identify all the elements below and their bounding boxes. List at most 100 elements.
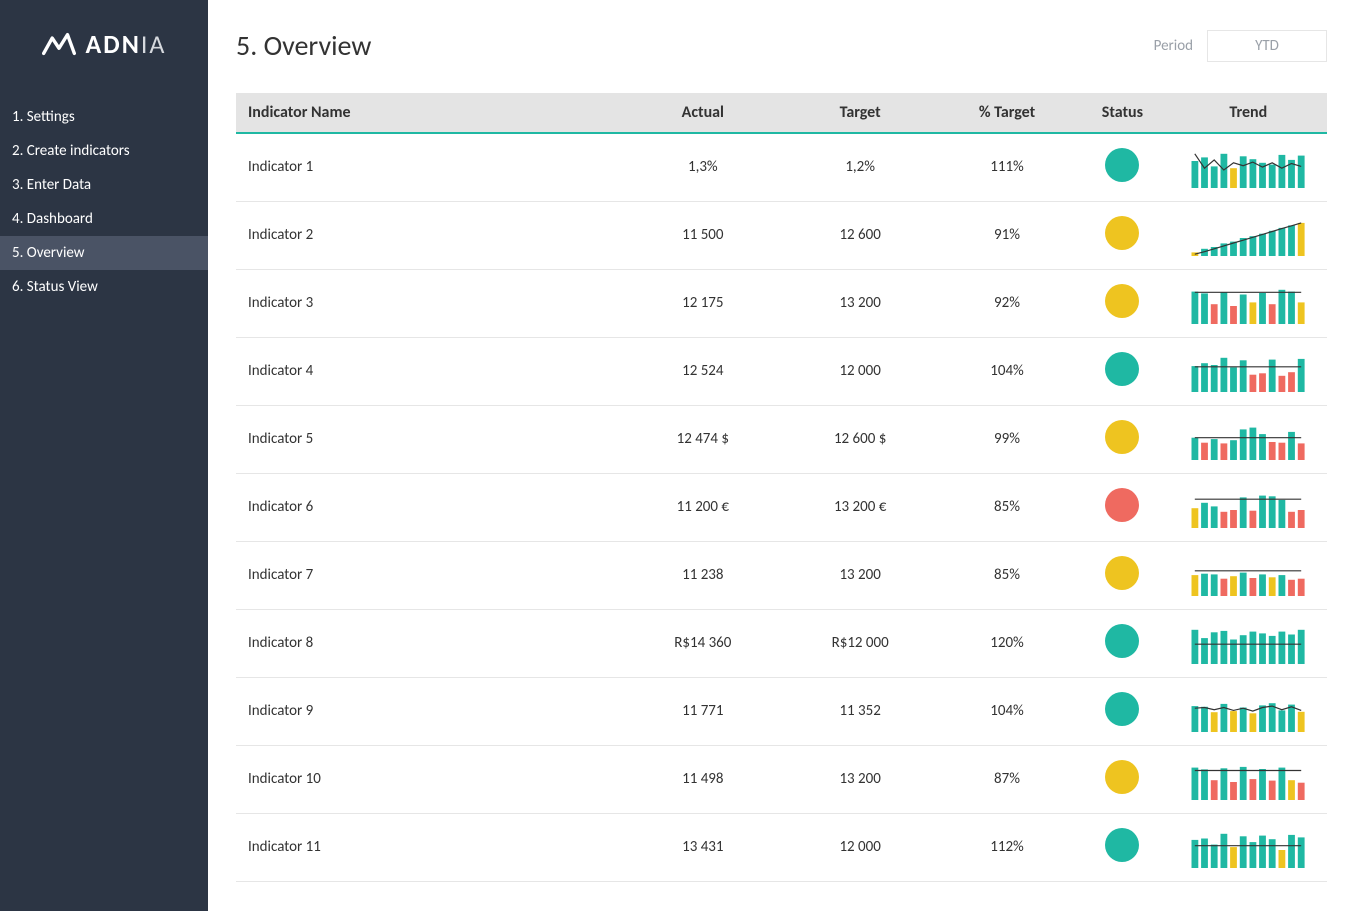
- sidebar-item[interactable]: 4. Dashboard: [0, 202, 208, 236]
- cell-pct: 104%: [939, 337, 1075, 405]
- cell-target: 13 200: [781, 541, 938, 609]
- col-header-trend: Trend: [1170, 93, 1327, 133]
- col-header-name: Indicator Name: [236, 93, 624, 133]
- cell-pct: 99%: [939, 405, 1075, 473]
- cell-target: 12 000: [781, 813, 938, 881]
- cell-status: [1075, 337, 1169, 405]
- cell-target: 13 200: [781, 745, 938, 813]
- cell-status: [1075, 473, 1169, 541]
- trend-sparkline-icon: [1188, 214, 1308, 256]
- sidebar: ADNIA 1. Settings2. Create indicators3. …: [0, 0, 208, 911]
- table-row: Indicator 11,3%1,2%111%: [236, 133, 1327, 201]
- cell-name: Indicator 8: [236, 609, 624, 677]
- cell-pct: 112%: [939, 813, 1075, 881]
- cell-pct: 85%: [939, 541, 1075, 609]
- cell-status: [1075, 269, 1169, 337]
- cell-name: Indicator 11: [236, 813, 624, 881]
- period-label: Period: [1154, 37, 1193, 55]
- cell-actual: 11 771: [624, 677, 781, 745]
- cell-trend: [1170, 813, 1327, 881]
- status-dot-icon: [1105, 148, 1139, 182]
- cell-trend: [1170, 609, 1327, 677]
- cell-pct: 104%: [939, 677, 1075, 745]
- cell-name: Indicator 10: [236, 745, 624, 813]
- table-row: Indicator 1011 49813 20087%: [236, 745, 1327, 813]
- col-header-actual: Actual: [624, 93, 781, 133]
- cell-actual: 11 498: [624, 745, 781, 813]
- status-dot-icon: [1105, 352, 1139, 386]
- sidebar-item[interactable]: 3. Enter Data: [0, 168, 208, 202]
- table-row: Indicator 711 23813 20085%: [236, 541, 1327, 609]
- cell-status: [1075, 609, 1169, 677]
- sidebar-nav: 1. Settings2. Create indicators3. Enter …: [0, 100, 208, 304]
- cell-actual: 13 431: [624, 813, 781, 881]
- trend-sparkline-icon: [1188, 826, 1308, 868]
- cell-trend: [1170, 473, 1327, 541]
- cell-name: Indicator 7: [236, 541, 624, 609]
- table-row: Indicator 211 50012 60091%: [236, 201, 1327, 269]
- cell-target: 11 352: [781, 677, 938, 745]
- status-dot-icon: [1105, 420, 1139, 454]
- cell-trend: [1170, 541, 1327, 609]
- cell-target: 13 200: [781, 269, 938, 337]
- cell-status: [1075, 813, 1169, 881]
- col-header-status: Status: [1075, 93, 1169, 133]
- status-dot-icon: [1105, 216, 1139, 250]
- sidebar-item[interactable]: 5. Overview: [0, 236, 208, 270]
- cell-actual: 11 200 €: [624, 473, 781, 541]
- status-dot-icon: [1105, 828, 1139, 862]
- status-dot-icon: [1105, 488, 1139, 522]
- cell-pct: 91%: [939, 201, 1075, 269]
- status-dot-icon: [1105, 284, 1139, 318]
- cell-target: R$12 000: [781, 609, 938, 677]
- cell-status: [1075, 745, 1169, 813]
- cell-pct: 87%: [939, 745, 1075, 813]
- cell-pct: 120%: [939, 609, 1075, 677]
- overview-table: Indicator Name Actual Target % Target St…: [236, 93, 1327, 882]
- period-value-dropdown[interactable]: YTD: [1207, 30, 1327, 62]
- cell-name: Indicator 5: [236, 405, 624, 473]
- cell-name: Indicator 9: [236, 677, 624, 745]
- cell-target: 13 200 €: [781, 473, 938, 541]
- cell-actual: 12 474 $: [624, 405, 781, 473]
- cell-trend: [1170, 201, 1327, 269]
- table-row: Indicator 8R$14 360R$12 000120%: [236, 609, 1327, 677]
- cell-status: [1075, 541, 1169, 609]
- table-row: Indicator 611 200 €13 200 €85%: [236, 473, 1327, 541]
- cell-status: [1075, 201, 1169, 269]
- status-dot-icon: [1105, 692, 1139, 726]
- trend-sparkline-icon: [1188, 350, 1308, 392]
- cell-name: Indicator 4: [236, 337, 624, 405]
- trend-sparkline-icon: [1188, 622, 1308, 664]
- cell-name: Indicator 2: [236, 201, 624, 269]
- cell-actual: R$14 360: [624, 609, 781, 677]
- cell-target: 12 600: [781, 201, 938, 269]
- brand-name: ADNIA: [86, 28, 167, 60]
- sidebar-item[interactable]: 1. Settings: [0, 100, 208, 134]
- sidebar-item[interactable]: 6. Status View: [0, 270, 208, 304]
- status-dot-icon: [1105, 556, 1139, 590]
- table-row: Indicator 911 77111 352104%: [236, 677, 1327, 745]
- trend-sparkline-icon: [1188, 282, 1308, 324]
- cell-name: Indicator 3: [236, 269, 624, 337]
- cell-actual: 11 238: [624, 541, 781, 609]
- table-row: Indicator 412 52412 000104%: [236, 337, 1327, 405]
- period-selector: Period YTD: [1154, 30, 1327, 62]
- sidebar-item[interactable]: 2. Create indicators: [0, 134, 208, 168]
- trend-sparkline-icon: [1188, 418, 1308, 460]
- trend-sparkline-icon: [1188, 758, 1308, 800]
- cell-pct: 85%: [939, 473, 1075, 541]
- cell-trend: [1170, 269, 1327, 337]
- col-header-pct: % Target: [939, 93, 1075, 133]
- cell-actual: 12 524: [624, 337, 781, 405]
- cell-trend: [1170, 677, 1327, 745]
- trend-sparkline-icon: [1188, 554, 1308, 596]
- table-row: Indicator 1113 43112 000112%: [236, 813, 1327, 881]
- page-title: 5. Overview: [236, 28, 371, 63]
- brand-name-thin: IA: [141, 28, 167, 60]
- trend-sparkline-icon: [1188, 146, 1308, 188]
- cell-target: 1,2%: [781, 133, 938, 201]
- cell-status: [1075, 133, 1169, 201]
- table-row: Indicator 312 17513 20092%: [236, 269, 1327, 337]
- cell-pct: 111%: [939, 133, 1075, 201]
